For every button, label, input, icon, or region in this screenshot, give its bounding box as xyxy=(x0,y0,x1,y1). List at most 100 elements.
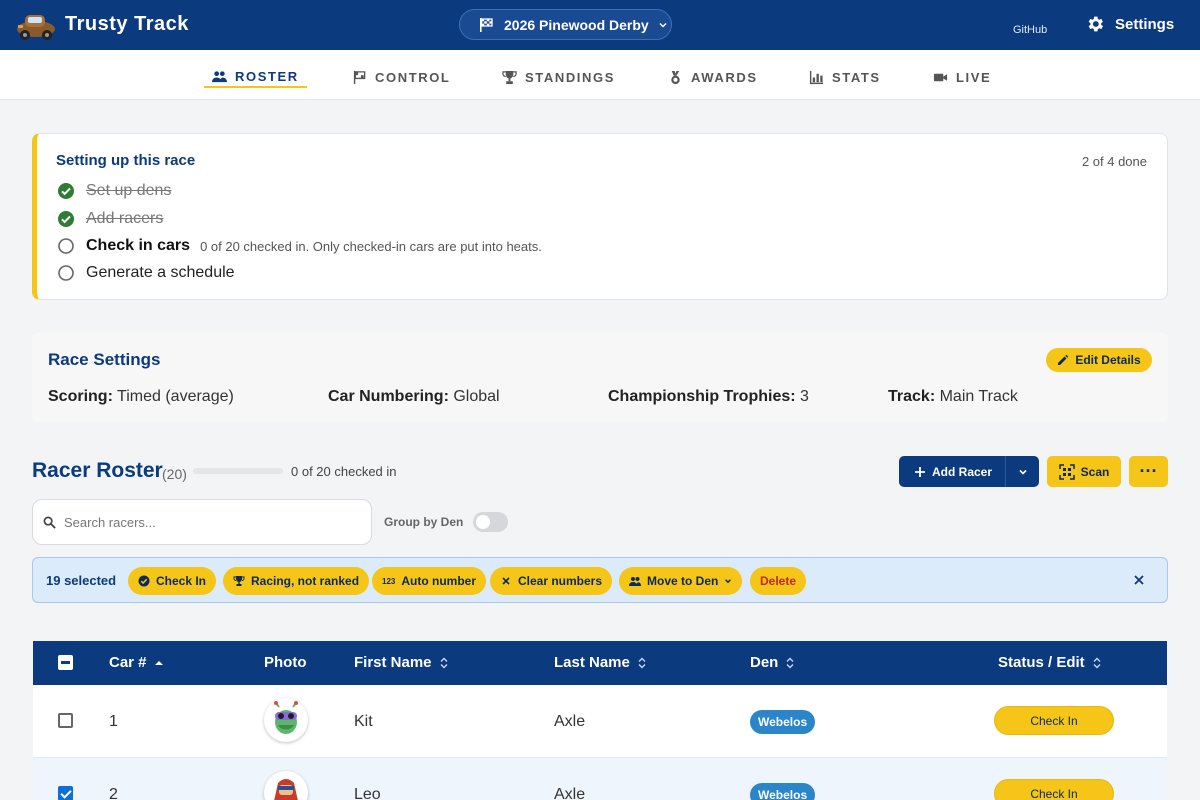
sort-icon xyxy=(786,657,794,668)
gear-icon xyxy=(1088,16,1103,32)
check-in-button[interactable]: Check In xyxy=(994,706,1114,735)
table-row[interactable]: 2 Leo Axle Webelos Check In xyxy=(33,758,1167,800)
plus-icon xyxy=(915,466,925,477)
select-all-checkbox[interactable] xyxy=(58,655,73,670)
first-name: Kit xyxy=(354,713,373,730)
bulk-action-bar: 19 selected Check In Racing, not ranked … xyxy=(32,557,1168,603)
column-photo: Photo xyxy=(264,654,307,671)
tab-standings-label: STANDINGS xyxy=(525,69,615,85)
close-selection-button[interactable] xyxy=(1130,571,1148,589)
race-selector[interactable]: 2026 Pinewood Derby xyxy=(459,9,672,40)
setting-key: Championship Trophies: xyxy=(608,388,796,405)
close-icon xyxy=(502,577,510,585)
tab-live-label: LIVE xyxy=(956,69,992,85)
column-label: Den xyxy=(750,654,779,671)
bulk-delete-button[interactable]: Delete xyxy=(750,567,807,595)
top-app-bar: Trusty Track 2026 Pinewood Derby GitHub … xyxy=(0,0,1200,50)
search-box xyxy=(32,499,372,545)
tab-live[interactable]: LIVE xyxy=(933,66,991,88)
bulk-racing-not-ranked-button[interactable]: Racing, not ranked xyxy=(223,567,370,595)
setting-value: Global xyxy=(453,388,500,405)
racer-photo[interactable] xyxy=(264,698,308,742)
numbers-icon: 123 xyxy=(382,576,396,586)
racer-photo[interactable] xyxy=(264,771,308,800)
add-racer-button[interactable]: Add Racer xyxy=(899,465,1005,479)
setting-value: 3 xyxy=(800,388,809,405)
setup-step-racers[interactable]: Add racers xyxy=(57,210,163,228)
github-link[interactable]: GitHub xyxy=(1013,24,1047,36)
setup-step-label: Set up dens xyxy=(86,182,172,199)
checkered-flag-icon xyxy=(480,17,493,32)
last-name: Axle xyxy=(554,713,586,730)
setup-step-label: Add racers xyxy=(86,210,164,227)
column-label: Photo xyxy=(264,654,307,671)
tab-awards[interactable]: AWARDS xyxy=(668,66,758,88)
column-car-number[interactable]: Car # xyxy=(109,654,163,671)
sort-icon xyxy=(440,657,448,668)
setting-key: Car Numbering: xyxy=(328,388,449,405)
setup-step-label: Check in cars xyxy=(86,237,191,254)
pencil-icon xyxy=(1058,354,1069,365)
tab-roster-label: ROSTER xyxy=(235,68,299,84)
roster-count: (20) xyxy=(162,466,187,482)
race-car-logo-icon[interactable] xyxy=(16,9,56,41)
bulk-move-to-den-button[interactable]: Move to Den xyxy=(619,567,743,595)
column-status-edit[interactable]: Status / Edit xyxy=(998,654,1101,671)
setup-progress: 2 of 4 done xyxy=(1081,154,1147,169)
edit-details-button[interactable]: Edit Details xyxy=(1046,348,1152,372)
more-options-button[interactable]: ··· xyxy=(1129,456,1168,487)
column-first-name[interactable]: First Name xyxy=(354,654,448,671)
row-checkbox[interactable] xyxy=(58,713,73,728)
group-by-den-toggle[interactable] xyxy=(473,512,508,532)
setting-key: Track: xyxy=(888,388,936,405)
video-icon xyxy=(933,73,948,81)
setup-title: Setting up this race xyxy=(56,152,196,169)
check-in-button[interactable]: Check In xyxy=(994,779,1114,800)
search-icon xyxy=(43,516,56,529)
add-racer-menu-button[interactable] xyxy=(1005,456,1039,487)
tab-roster[interactable]: ROSTER xyxy=(204,66,307,88)
tab-control[interactable]: CONTROL xyxy=(352,66,450,88)
indeterminate-mark xyxy=(61,661,70,664)
tab-standings[interactable]: STANDINGS xyxy=(502,66,615,88)
row-checkbox[interactable] xyxy=(58,786,73,800)
bulk-clear-numbers-button[interactable]: Clear numbers xyxy=(490,567,613,595)
table-header: Car # Photo First Name Last Name Den Sta… xyxy=(33,641,1167,685)
bulk-check-in-button[interactable]: Check In xyxy=(128,567,217,595)
setting-track: Track: Main Track xyxy=(888,388,1018,406)
users-icon xyxy=(212,70,227,82)
table-row[interactable]: 1 Kit Axle Webelos Check In xyxy=(33,685,1167,758)
search-input[interactable] xyxy=(64,514,344,530)
column-den[interactable]: Den xyxy=(750,654,794,671)
scan-button[interactable]: Scan xyxy=(1047,456,1121,487)
bulk-action-label: Racing, not ranked xyxy=(251,574,360,588)
checkin-progress-text: 0 of 20 checked in xyxy=(291,464,397,479)
setup-checklist-card: Setting up this race 2 of 4 done Set up … xyxy=(32,133,1168,300)
setting-scoring: Scoring: Timed (average) xyxy=(48,388,234,406)
sort-icon xyxy=(1093,657,1101,668)
selected-count: 19 selected xyxy=(46,573,117,588)
last-name: Axle xyxy=(554,786,586,800)
check-circle-icon xyxy=(58,211,74,227)
column-last-name[interactable]: Last Name xyxy=(554,654,646,671)
more-options-icon: ··· xyxy=(1139,461,1158,481)
racer-table: Car # Photo First Name Last Name Den Sta… xyxy=(33,641,1167,800)
setup-step-checkin[interactable]: Check in cars 0 of 20 checked in. Only c… xyxy=(57,237,542,255)
setup-step-schedule[interactable]: Generate a schedule xyxy=(57,264,235,282)
close-icon xyxy=(1134,575,1144,585)
column-label: First Name xyxy=(354,654,432,671)
bulk-auto-number-button[interactable]: 123 Auto number xyxy=(372,567,487,595)
settings-label: Settings xyxy=(1115,15,1175,33)
setting-key: Scoring: xyxy=(48,388,113,405)
bar-chart-icon xyxy=(809,70,824,84)
medal-icon xyxy=(671,70,680,84)
setting-value: Timed (average) xyxy=(117,388,234,405)
app-title[interactable]: Trusty Track xyxy=(65,13,189,36)
race-settings-title: Race Settings xyxy=(48,350,161,369)
settings-button[interactable]: Settings xyxy=(1085,14,1174,34)
tab-stats[interactable]: STATS xyxy=(809,66,881,88)
first-name: Leo xyxy=(354,786,381,800)
chevron-down-icon xyxy=(659,22,667,27)
setup-step-dens[interactable]: Set up dens xyxy=(57,182,171,200)
check-circle-icon xyxy=(58,183,74,199)
